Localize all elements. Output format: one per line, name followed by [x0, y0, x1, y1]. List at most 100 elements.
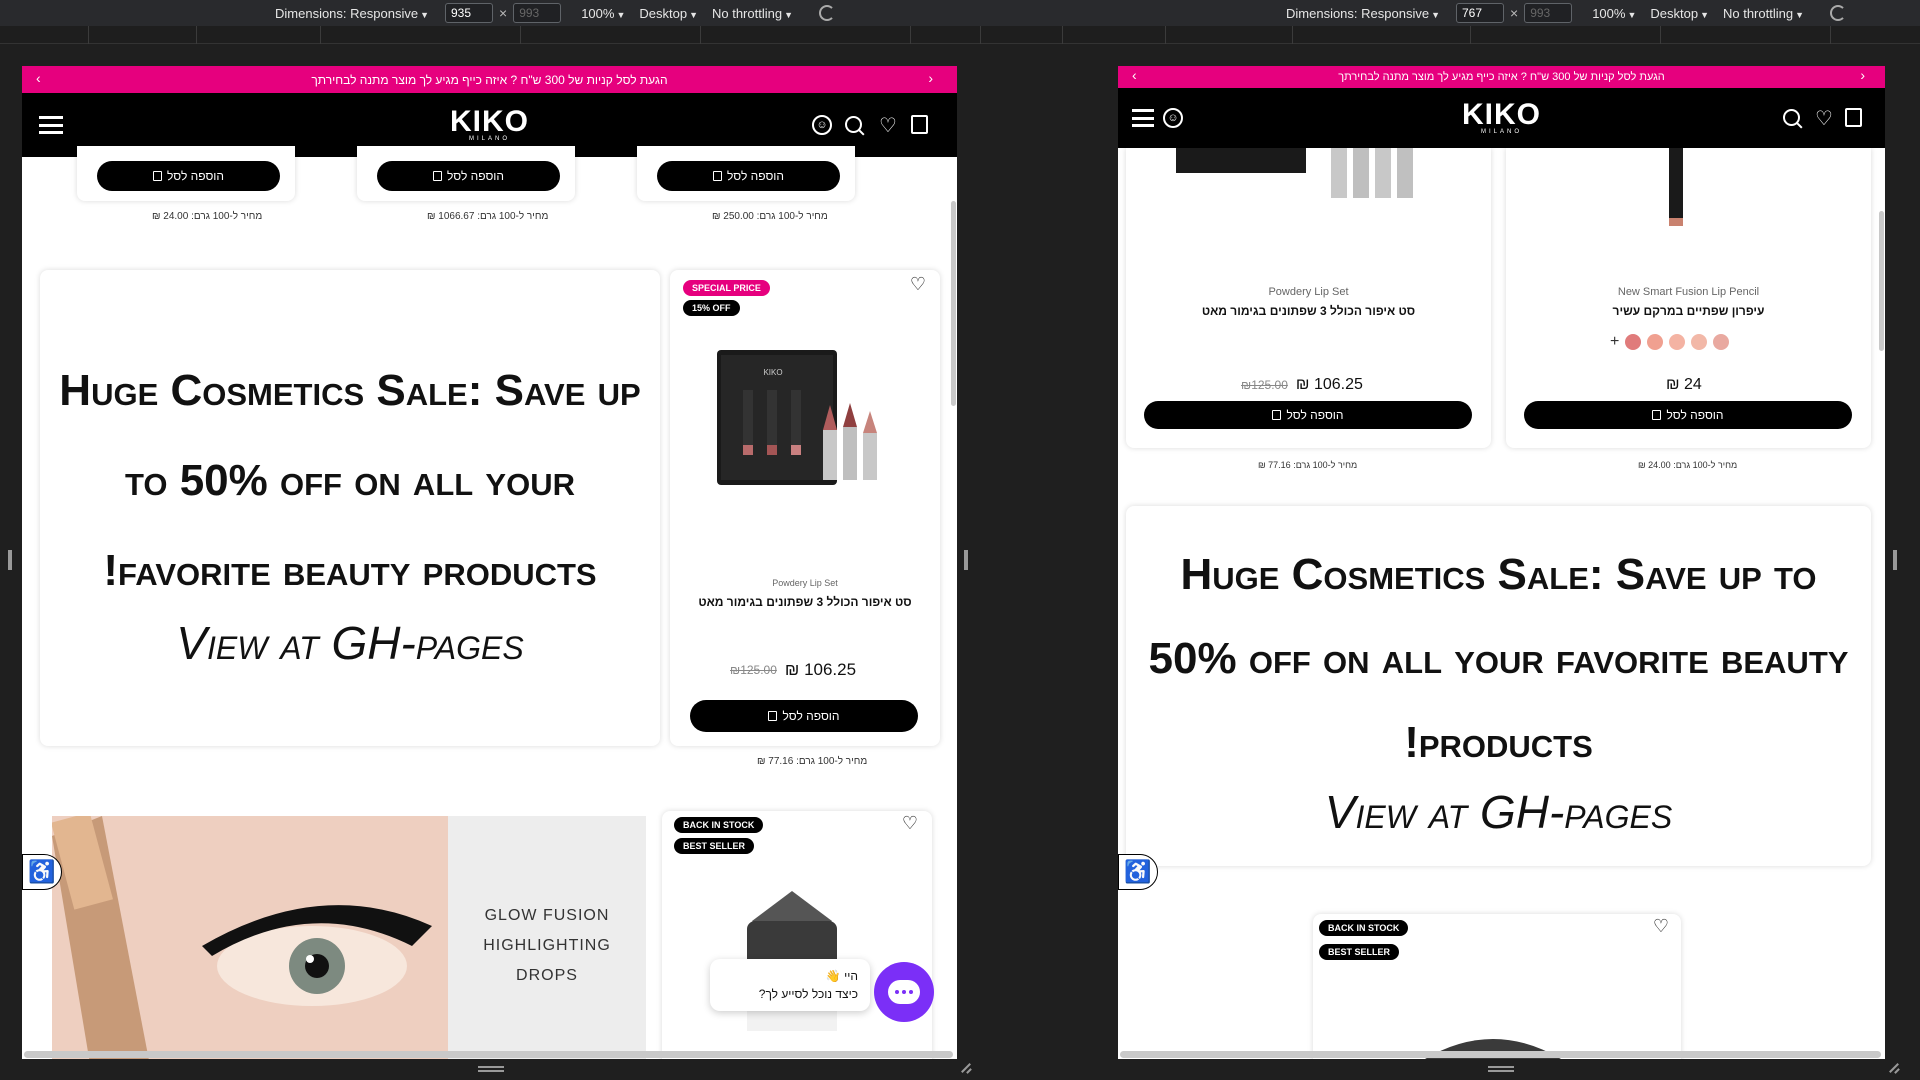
- wheelchair-icon[interactable]: ♿: [22, 854, 62, 890]
- site-logo[interactable]: KIKO MILANO: [450, 107, 529, 143]
- menu-icon[interactable]: [39, 116, 63, 134]
- bottom-resize-handle[interactable]: [1488, 1066, 1514, 1072]
- product-card[interactable]: SPECIAL PRICE 15% OFF ♡ KIKO Powdery Lip…: [670, 270, 940, 746]
- height-input[interactable]: [1524, 3, 1573, 23]
- glow-line: HIGHLIGHTING: [483, 937, 611, 954]
- right-resize-handle[interactable]: [1893, 550, 1897, 570]
- old-price: ₪125.00: [730, 663, 777, 677]
- zoom-dropdown[interactable]: 100% ▼: [1592, 6, 1636, 21]
- height-input[interactable]: [513, 3, 562, 23]
- new-price: ₪ 106.25: [1295, 376, 1363, 393]
- product-subname: Powdery Lip Set: [1268, 286, 1349, 298]
- add-to-cart-button[interactable]: הוספה לסל: [690, 700, 918, 732]
- color-swatch[interactable]: [1713, 334, 1730, 350]
- unit-price: מחיר ל-100 גרם: 1066.67 ₪: [427, 211, 549, 222]
- throttling-dropdown[interactable]: No throttling ▼: [712, 6, 793, 21]
- color-swatch[interactable]: [1691, 334, 1708, 350]
- account-icon[interactable]: ☺: [1163, 108, 1183, 128]
- promo-next-arrow[interactable]: ›: [1860, 67, 1865, 83]
- promo-bar: ‹ הגעת לסל קניות של 300 ש"ח ? איזה כייף …: [22, 66, 957, 93]
- left-resize-handle[interactable]: [8, 550, 12, 570]
- add-to-cart-button[interactable]: הוספה לסל: [377, 161, 560, 191]
- heart-icon[interactable]: ♡: [876, 113, 900, 137]
- bag-icon: [768, 711, 778, 721]
- promo-prev-arrow[interactable]: ‹: [36, 70, 41, 86]
- throttling-dropdown[interactable]: No throttling ▼: [1723, 6, 1804, 21]
- back-in-stock-badge: BACK IN STOCK: [674, 817, 764, 833]
- sale-banner[interactable]: Huge Cosmetics Sale: Save up to 50% off …: [1126, 506, 1871, 866]
- bag-icon: [152, 171, 162, 181]
- times-sign: ×: [1510, 5, 1519, 21]
- unit-price: מחיר ל-100 גרם: 24.00 ₪: [1638, 460, 1738, 470]
- lip-set-image: [1176, 148, 1413, 198]
- bag-icon[interactable]: [911, 115, 928, 134]
- lip-set-image: KIKO: [717, 350, 877, 485]
- vertical-scrollbar[interactable]: [1879, 211, 1884, 351]
- eye-makeup-image: [52, 816, 448, 1059]
- heart-icon[interactable]: ♡: [1812, 106, 1836, 130]
- horizontal-scrollbar[interactable]: [1120, 1051, 1881, 1058]
- dimensions-dropdown[interactable]: Dimensions: Responsive ▼: [275, 6, 429, 21]
- wishlist-heart-icon[interactable]: ♡: [902, 813, 918, 834]
- chat-greeting-popup[interactable]: היי 👋 כיצד נוכל לסייע לך?: [710, 959, 870, 1011]
- add-to-cart-button[interactable]: הוספה לסל: [657, 161, 840, 191]
- unit-price: מחיר ל-100 גרם: 250.00 ₪: [712, 211, 828, 222]
- site-logo[interactable]: KIKO MILANO: [1462, 100, 1541, 136]
- search-icon[interactable]: [842, 113, 866, 137]
- add-to-cart-button[interactable]: הוספה לסל: [1144, 401, 1472, 429]
- wishlist-heart-icon[interactable]: ♡: [1653, 916, 1669, 937]
- color-swatch[interactable]: [1625, 334, 1642, 350]
- horizontal-scrollbar[interactable]: [24, 1051, 953, 1058]
- width-input[interactable]: [445, 3, 493, 23]
- add-to-cart-button[interactable]: הוספה לסל: [1524, 401, 1852, 429]
- banner-link[interactable]: View at GH-pages: [1325, 785, 1672, 839]
- promo-bar: ‹ הגעת לסל קניות של 300 ש"ח ? איזה כייף …: [1118, 66, 1885, 88]
- old-price: ₪125.00: [1241, 378, 1288, 392]
- price-row: ₪125.00 ₪ 106.25: [730, 660, 856, 680]
- product-subname: Powdery Lip Set: [772, 578, 838, 588]
- right-resize-handle[interactable]: [964, 550, 968, 570]
- search-icon[interactable]: [1780, 106, 1804, 130]
- color-swatch[interactable]: [1669, 334, 1686, 350]
- add-to-cart-button[interactable]: הוספה לסל: [97, 161, 280, 191]
- wheelchair-icon[interactable]: ♿: [1118, 854, 1158, 890]
- more-colors-icon[interactable]: +: [1610, 333, 1619, 351]
- width-input[interactable]: [1456, 3, 1504, 23]
- bag-icon[interactable]: [1845, 108, 1862, 127]
- color-swatch[interactable]: [1647, 334, 1664, 350]
- promo-prev-arrow[interactable]: ‹: [1132, 67, 1137, 83]
- product-card: הוספה לסל: [357, 146, 575, 201]
- account-icon[interactable]: ☺: [812, 115, 832, 135]
- price-row: ₪125.00 ₪ 106.25: [1241, 376, 1363, 394]
- zoom-dropdown[interactable]: 100% ▼: [581, 6, 625, 21]
- rotate-icon[interactable]: [819, 5, 835, 21]
- bottom-resize-handle[interactable]: [478, 1066, 504, 1072]
- best-seller-badge: BEST SELLER: [674, 838, 755, 854]
- corner-resize-handle[interactable]: [1888, 1062, 1900, 1074]
- product-name[interactable]: סט איפור הכולל 3 שפתונים בגימור מאט: [670, 595, 940, 609]
- promo-next-arrow[interactable]: ›: [928, 70, 933, 86]
- product-card[interactable]: BACK IN STOCK BEST SELLER ♡: [1313, 914, 1681, 1059]
- color-swatches: +: [1610, 333, 1730, 351]
- sale-banner[interactable]: Huge Cosmetics Sale: Save up to 50% off …: [40, 270, 660, 746]
- menu-icon[interactable]: [1132, 109, 1154, 127]
- lip-pencil-image: [1669, 148, 1683, 226]
- product-name[interactable]: סט איפור הכולל 3 שפתונים בגימור מאט: [1126, 304, 1491, 318]
- chat-button[interactable]: [874, 962, 934, 1022]
- product-card[interactable]: New Smart Fusion Lip Pencil עיפרון שפתיי…: [1506, 148, 1871, 448]
- price-row: ₪ 24: [1666, 376, 1702, 394]
- banner-link[interactable]: View at GH-pages: [176, 616, 523, 670]
- rotate-icon[interactable]: [1830, 5, 1846, 21]
- wishlist-heart-icon[interactable]: ♡: [910, 274, 926, 295]
- glow-fusion-panel[interactable]: GLOW FUSION HIGHLIGHTING DROPS: [448, 816, 646, 1059]
- unit-price: מחיר ל-100 גרם: 77.16 ₪: [1258, 460, 1358, 470]
- device-dropdown[interactable]: Desktop ▼: [1650, 6, 1709, 21]
- device-dropdown[interactable]: Desktop ▼: [639, 6, 698, 21]
- product-card[interactable]: BACK IN STOCK BEST SELLER ♡: [662, 811, 932, 1059]
- eye-illustration: [52, 816, 448, 1059]
- product-name[interactable]: עיפרון שפתיים במרקם עשיר: [1506, 304, 1871, 318]
- product-card[interactable]: Powdery Lip Set סט איפור הכולל 3 שפתונים…: [1126, 148, 1491, 448]
- dimensions-dropdown[interactable]: Dimensions: Responsive ▼: [1286, 6, 1440, 21]
- corner-resize-handle[interactable]: [960, 1062, 972, 1074]
- vertical-scrollbar[interactable]: [951, 201, 956, 406]
